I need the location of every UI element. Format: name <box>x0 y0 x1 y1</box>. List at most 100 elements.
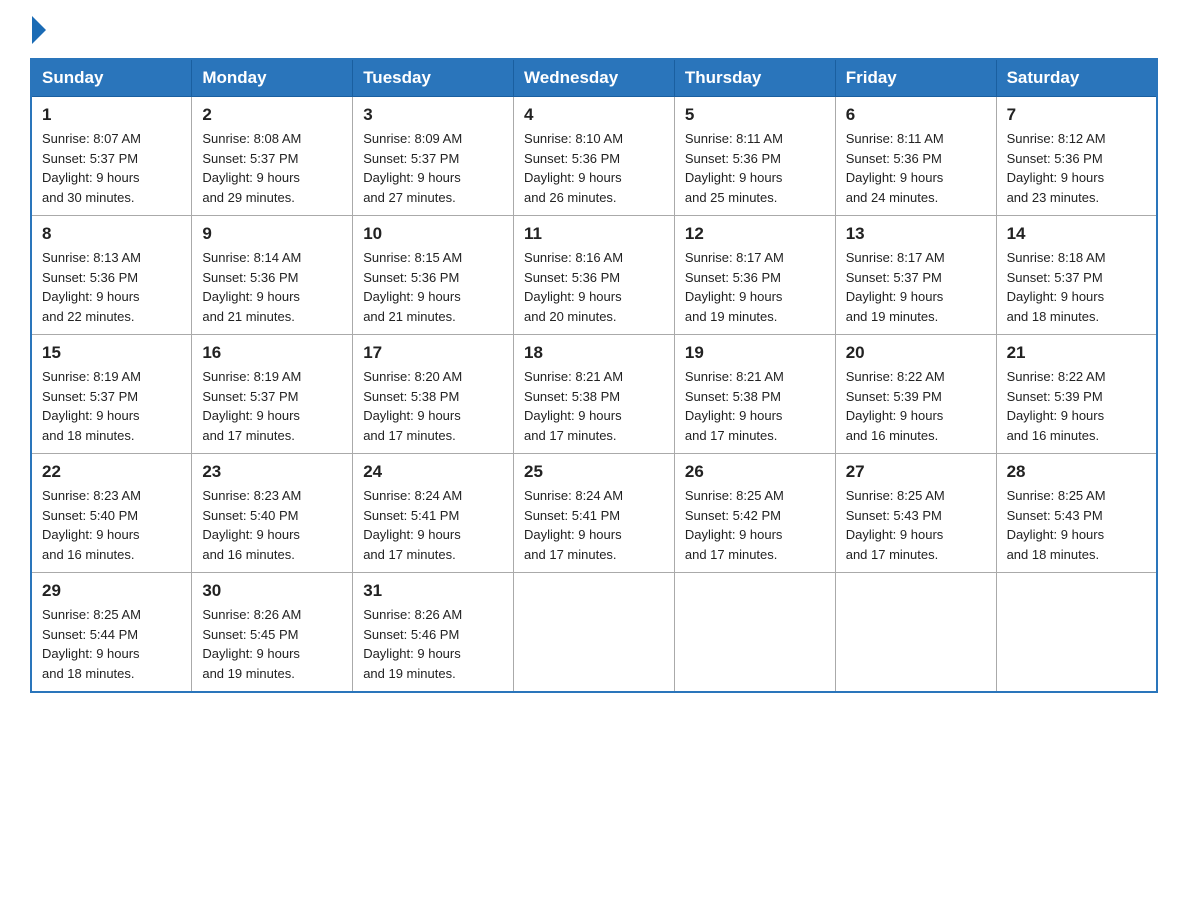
day-info: Sunrise: 8:08 AMSunset: 5:37 PMDaylight:… <box>202 131 301 205</box>
day-info: Sunrise: 8:24 AMSunset: 5:41 PMDaylight:… <box>363 488 462 562</box>
day-number: 1 <box>42 105 181 125</box>
calendar-cell: 27 Sunrise: 8:25 AMSunset: 5:43 PMDaylig… <box>835 454 996 573</box>
calendar-cell: 23 Sunrise: 8:23 AMSunset: 5:40 PMDaylig… <box>192 454 353 573</box>
day-number: 7 <box>1007 105 1146 125</box>
calendar-cell: 12 Sunrise: 8:17 AMSunset: 5:36 PMDaylig… <box>674 216 835 335</box>
calendar-body: 1 Sunrise: 8:07 AMSunset: 5:37 PMDayligh… <box>31 97 1157 693</box>
logo-arrow-icon <box>32 16 46 44</box>
day-number: 25 <box>524 462 664 482</box>
day-info: Sunrise: 8:18 AMSunset: 5:37 PMDaylight:… <box>1007 250 1106 324</box>
day-info: Sunrise: 8:13 AMSunset: 5:36 PMDaylight:… <box>42 250 141 324</box>
calendar-header: SundayMondayTuesdayWednesdayThursdayFrid… <box>31 59 1157 97</box>
day-info: Sunrise: 8:11 AMSunset: 5:36 PMDaylight:… <box>685 131 783 205</box>
day-number: 4 <box>524 105 664 125</box>
calendar-cell: 13 Sunrise: 8:17 AMSunset: 5:37 PMDaylig… <box>835 216 996 335</box>
week-row-2: 8 Sunrise: 8:13 AMSunset: 5:36 PMDayligh… <box>31 216 1157 335</box>
week-row-3: 15 Sunrise: 8:19 AMSunset: 5:37 PMDaylig… <box>31 335 1157 454</box>
calendar-cell: 5 Sunrise: 8:11 AMSunset: 5:36 PMDayligh… <box>674 97 835 216</box>
day-number: 24 <box>363 462 503 482</box>
day-number: 5 <box>685 105 825 125</box>
day-number: 18 <box>524 343 664 363</box>
day-number: 15 <box>42 343 181 363</box>
calendar-cell: 4 Sunrise: 8:10 AMSunset: 5:36 PMDayligh… <box>514 97 675 216</box>
calendar-cell: 10 Sunrise: 8:15 AMSunset: 5:36 PMDaylig… <box>353 216 514 335</box>
day-info: Sunrise: 8:21 AMSunset: 5:38 PMDaylight:… <box>524 369 623 443</box>
calendar-cell: 16 Sunrise: 8:19 AMSunset: 5:37 PMDaylig… <box>192 335 353 454</box>
day-info: Sunrise: 8:09 AMSunset: 5:37 PMDaylight:… <box>363 131 462 205</box>
day-info: Sunrise: 8:25 AMSunset: 5:42 PMDaylight:… <box>685 488 784 562</box>
day-number: 22 <box>42 462 181 482</box>
day-number: 26 <box>685 462 825 482</box>
calendar-cell <box>835 573 996 693</box>
day-info: Sunrise: 8:20 AMSunset: 5:38 PMDaylight:… <box>363 369 462 443</box>
calendar-cell <box>514 573 675 693</box>
day-info: Sunrise: 8:25 AMSunset: 5:43 PMDaylight:… <box>846 488 945 562</box>
day-number: 21 <box>1007 343 1146 363</box>
calendar-cell: 18 Sunrise: 8:21 AMSunset: 5:38 PMDaylig… <box>514 335 675 454</box>
day-info: Sunrise: 8:26 AMSunset: 5:45 PMDaylight:… <box>202 607 301 681</box>
header-row: SundayMondayTuesdayWednesdayThursdayFrid… <box>31 59 1157 97</box>
calendar-cell: 11 Sunrise: 8:16 AMSunset: 5:36 PMDaylig… <box>514 216 675 335</box>
header-thursday: Thursday <box>674 59 835 97</box>
calendar-cell: 28 Sunrise: 8:25 AMSunset: 5:43 PMDaylig… <box>996 454 1157 573</box>
calendar-cell: 17 Sunrise: 8:20 AMSunset: 5:38 PMDaylig… <box>353 335 514 454</box>
day-info: Sunrise: 8:23 AMSunset: 5:40 PMDaylight:… <box>202 488 301 562</box>
logo <box>30 20 46 38</box>
day-number: 6 <box>846 105 986 125</box>
calendar-cell: 26 Sunrise: 8:25 AMSunset: 5:42 PMDaylig… <box>674 454 835 573</box>
calendar-cell: 20 Sunrise: 8:22 AMSunset: 5:39 PMDaylig… <box>835 335 996 454</box>
day-number: 12 <box>685 224 825 244</box>
day-number: 28 <box>1007 462 1146 482</box>
day-info: Sunrise: 8:17 AMSunset: 5:37 PMDaylight:… <box>846 250 945 324</box>
day-number: 11 <box>524 224 664 244</box>
day-info: Sunrise: 8:25 AMSunset: 5:43 PMDaylight:… <box>1007 488 1106 562</box>
day-info: Sunrise: 8:15 AMSunset: 5:36 PMDaylight:… <box>363 250 462 324</box>
calendar-cell: 24 Sunrise: 8:24 AMSunset: 5:41 PMDaylig… <box>353 454 514 573</box>
calendar-cell: 2 Sunrise: 8:08 AMSunset: 5:37 PMDayligh… <box>192 97 353 216</box>
header-monday: Monday <box>192 59 353 97</box>
day-number: 8 <box>42 224 181 244</box>
day-number: 23 <box>202 462 342 482</box>
header-wednesday: Wednesday <box>514 59 675 97</box>
day-number: 14 <box>1007 224 1146 244</box>
calendar-cell: 22 Sunrise: 8:23 AMSunset: 5:40 PMDaylig… <box>31 454 192 573</box>
day-info: Sunrise: 8:07 AMSunset: 5:37 PMDaylight:… <box>42 131 141 205</box>
day-number: 13 <box>846 224 986 244</box>
page-header <box>30 20 1158 38</box>
day-info: Sunrise: 8:17 AMSunset: 5:36 PMDaylight:… <box>685 250 784 324</box>
calendar-cell: 31 Sunrise: 8:26 AMSunset: 5:46 PMDaylig… <box>353 573 514 693</box>
day-number: 16 <box>202 343 342 363</box>
calendar-cell: 7 Sunrise: 8:12 AMSunset: 5:36 PMDayligh… <box>996 97 1157 216</box>
calendar-cell: 25 Sunrise: 8:24 AMSunset: 5:41 PMDaylig… <box>514 454 675 573</box>
day-info: Sunrise: 8:26 AMSunset: 5:46 PMDaylight:… <box>363 607 462 681</box>
header-saturday: Saturday <box>996 59 1157 97</box>
calendar-cell <box>674 573 835 693</box>
day-number: 31 <box>363 581 503 601</box>
day-number: 10 <box>363 224 503 244</box>
week-row-1: 1 Sunrise: 8:07 AMSunset: 5:37 PMDayligh… <box>31 97 1157 216</box>
calendar-cell: 1 Sunrise: 8:07 AMSunset: 5:37 PMDayligh… <box>31 97 192 216</box>
day-number: 20 <box>846 343 986 363</box>
header-sunday: Sunday <box>31 59 192 97</box>
day-info: Sunrise: 8:22 AMSunset: 5:39 PMDaylight:… <box>1007 369 1106 443</box>
calendar-cell <box>996 573 1157 693</box>
calendar-cell: 6 Sunrise: 8:11 AMSunset: 5:36 PMDayligh… <box>835 97 996 216</box>
header-friday: Friday <box>835 59 996 97</box>
day-number: 30 <box>202 581 342 601</box>
day-info: Sunrise: 8:12 AMSunset: 5:36 PMDaylight:… <box>1007 131 1106 205</box>
day-info: Sunrise: 8:14 AMSunset: 5:36 PMDaylight:… <box>202 250 301 324</box>
calendar-cell: 8 Sunrise: 8:13 AMSunset: 5:36 PMDayligh… <box>31 216 192 335</box>
calendar-cell: 9 Sunrise: 8:14 AMSunset: 5:36 PMDayligh… <box>192 216 353 335</box>
week-row-4: 22 Sunrise: 8:23 AMSunset: 5:40 PMDaylig… <box>31 454 1157 573</box>
day-info: Sunrise: 8:24 AMSunset: 5:41 PMDaylight:… <box>524 488 623 562</box>
day-number: 9 <box>202 224 342 244</box>
calendar-cell: 19 Sunrise: 8:21 AMSunset: 5:38 PMDaylig… <box>674 335 835 454</box>
day-info: Sunrise: 8:16 AMSunset: 5:36 PMDaylight:… <box>524 250 623 324</box>
calendar-table: SundayMondayTuesdayWednesdayThursdayFrid… <box>30 58 1158 693</box>
header-tuesday: Tuesday <box>353 59 514 97</box>
day-number: 27 <box>846 462 986 482</box>
day-info: Sunrise: 8:19 AMSunset: 5:37 PMDaylight:… <box>202 369 301 443</box>
day-number: 2 <box>202 105 342 125</box>
calendar-cell: 29 Sunrise: 8:25 AMSunset: 5:44 PMDaylig… <box>31 573 192 693</box>
day-info: Sunrise: 8:23 AMSunset: 5:40 PMDaylight:… <box>42 488 141 562</box>
